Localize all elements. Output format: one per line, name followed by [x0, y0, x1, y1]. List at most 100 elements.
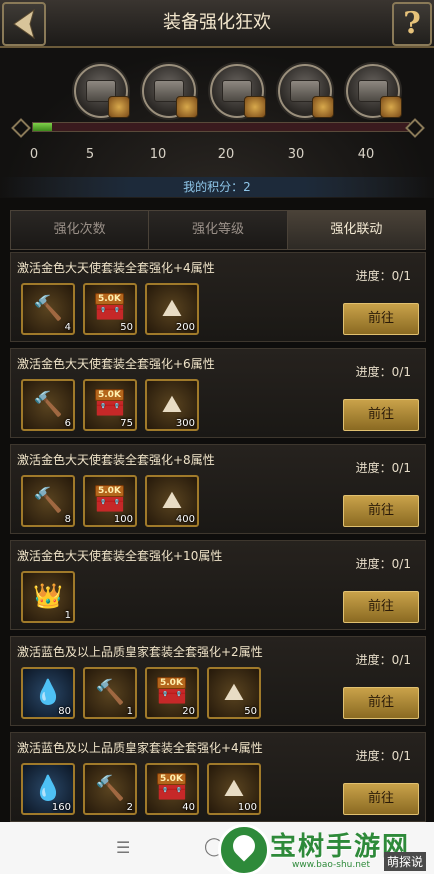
task-progress: 进度：0/1: [355, 749, 411, 763]
mace-icon: 🔨: [95, 773, 125, 802]
reward-slot[interactable]: 🧰 5.0K 75: [83, 379, 137, 431]
milestone-panel: 0 5 10 20 30 40: [0, 48, 434, 198]
score-progress-fill: [33, 123, 52, 131]
reward-slot[interactable]: 🧰 5.0K 50: [83, 283, 137, 335]
item-count: 160: [51, 802, 71, 813]
reward-slot[interactable]: 🧰 5.0K 20: [145, 667, 199, 719]
watermark-corner-label: 萌探说: [384, 852, 427, 871]
mace-icon: 🔨: [33, 389, 63, 418]
reward-slot[interactable]: 💧 160: [21, 763, 75, 815]
reward-items: 💧 160 🔨 2 🧰 5.0K 40 ⛰ 100: [21, 763, 261, 815]
ore-icon: ⛰: [161, 389, 183, 418]
milestone-reward-4[interactable]: [278, 64, 334, 118]
milestone-reward-5[interactable]: [346, 64, 402, 118]
task-progress: 进度：0/1: [355, 653, 411, 667]
crown-icon: 👑: [33, 581, 63, 610]
milestone-tick-label: 20: [217, 147, 235, 162]
tab-bar: 强化次数 强化等级 强化联动: [10, 210, 426, 250]
go-button[interactable]: 前往: [343, 591, 419, 623]
mace-icon: 🔨: [33, 485, 63, 514]
go-button[interactable]: 前往: [343, 303, 419, 335]
item-count: 40: [182, 802, 195, 813]
back-button[interactable]: [2, 2, 46, 46]
item-count: 8: [64, 514, 71, 525]
reward-slot[interactable]: ⛰ 50: [207, 667, 261, 719]
menu-icon[interactable]: ☰: [116, 838, 130, 857]
reward-slot[interactable]: 🔨 6: [21, 379, 75, 431]
reward-item-icon: [108, 96, 130, 118]
task-progress: 进度：0/1: [355, 269, 411, 283]
tab-2[interactable]: 强化等级: [149, 211, 288, 249]
reward-slot[interactable]: 🔨 1: [83, 667, 137, 719]
ore-icon: ⛰: [161, 293, 183, 322]
milestone-reward-1[interactable]: [74, 64, 130, 118]
reward-items: 🔨 8 🧰 5.0K 100 ⛰ 400: [21, 475, 199, 527]
task-card: 激活蓝色及以上品质皇家套装全套强化+2属性 进度：0/1 💧 80 🔨 1 🧰 5.0K 20 ⛰…: [10, 636, 426, 726]
reward-items: 👑 1: [21, 571, 75, 623]
item-count: 4: [64, 322, 71, 333]
watermark-url: www.bao-shu.net: [292, 860, 370, 870]
reward-slot[interactable]: ⛰ 400: [145, 475, 199, 527]
task-title: 激活金色大天使套装全套强化+8属性: [17, 453, 215, 467]
reward-item-icon: [380, 96, 402, 118]
task-title: 激活金色大天使套装全套强化+4属性: [17, 261, 215, 275]
reward-slot[interactable]: 🧰 5.0K 100: [83, 475, 137, 527]
mace-icon: 🔨: [95, 677, 125, 706]
leaf-icon: [228, 830, 260, 862]
score-progress-bar: [32, 122, 410, 132]
blue-gem-icon: 💧: [33, 773, 63, 802]
ore-icon: ⛰: [161, 485, 183, 514]
milestone-reward-3[interactable]: [210, 64, 266, 118]
tab-1[interactable]: 强化次数: [11, 211, 150, 249]
item-value-tag: 5.0K: [95, 293, 124, 305]
milestone-tick-label: 30: [287, 147, 305, 162]
go-button[interactable]: 前往: [343, 495, 419, 527]
my-score: 我的积分：2: [0, 177, 434, 197]
milestone-tick-label: 0: [29, 147, 39, 162]
reward-slot[interactable]: 💧 80: [21, 667, 75, 719]
item-count: 6: [64, 418, 71, 429]
item-value-tag: 5.0K: [95, 389, 124, 401]
item-count: 20: [182, 706, 195, 717]
reward-slot[interactable]: ⛰ 300: [145, 379, 199, 431]
reward-slot[interactable]: 👑 1: [21, 571, 75, 623]
item-value-tag: 5.0K: [157, 773, 186, 785]
task-title: 激活金色大天使套装全套强化+10属性: [17, 549, 223, 563]
milestone-tick-label: 5: [85, 147, 95, 162]
task-list: 激活金色大天使套装全套强化+4属性 进度：0/1 🔨 4 🧰 5.0K 50 ⛰ 200 前往 激活…: [10, 252, 426, 828]
item-count: 100: [113, 514, 133, 525]
task-progress: 进度：0/1: [355, 557, 411, 571]
go-button[interactable]: 前往: [343, 399, 419, 431]
reward-slot[interactable]: ⛰ 200: [145, 283, 199, 335]
ore-icon: ⛰: [223, 677, 245, 706]
page-title: 装备强化狂欢: [163, 12, 271, 33]
reward-slot[interactable]: 🧰 5.0K 40: [145, 763, 199, 815]
reward-slot[interactable]: 🔨 8: [21, 475, 75, 527]
blue-gem-icon: 💧: [33, 677, 63, 706]
milestone-tick-label: 10: [149, 147, 167, 162]
item-count: 400: [175, 514, 195, 525]
reward-slot[interactable]: ⛰ 100: [207, 763, 261, 815]
task-card: 激活金色大天使套装全套强化+4属性进度：0/1 🔨 4 🧰 5.0K 50 ⛰ 200 前往: [10, 252, 426, 342]
go-button[interactable]: 前往: [343, 783, 419, 815]
go-button[interactable]: 前往: [343, 687, 419, 719]
task-card: 激活金色大天使套装全套强化+10属性进度：0/1 👑 1 前往: [10, 540, 426, 630]
item-value-tag: 5.0K: [95, 485, 124, 497]
item-count: 300: [175, 418, 195, 429]
item-count: 100: [237, 802, 257, 813]
task-title: 激活金色大天使套装全套强化+6属性: [17, 357, 215, 371]
reward-slot[interactable]: 🔨 4: [21, 283, 75, 335]
reward-items: 🔨 4 🧰 5.0K 50 ⛰ 200: [21, 283, 199, 335]
header: 装备强化狂欢 ?: [0, 0, 434, 48]
milestone-reward-2[interactable]: [142, 64, 198, 118]
reward-item-icon: [176, 96, 198, 118]
reward-items: 💧 80 🔨 1 🧰 5.0K 20 ⛰ 50: [21, 667, 261, 719]
task-card: 激活蓝色及以上品质皇家套装全套强化+4属性 进度：0/1 💧 160 🔨 2 🧰 5.0K 40…: [10, 732, 426, 822]
reward-item-icon: [244, 96, 266, 118]
watermark-logo: [218, 824, 270, 874]
task-card: 激活金色大天使套装全套强化+6属性 进度：0/1 🔨 6 🧰 5.0K 75 ⛰ 300 前往: [10, 348, 426, 438]
reward-slot[interactable]: 🔨 2: [83, 763, 137, 815]
help-button[interactable]: ?: [392, 2, 432, 46]
tab-3[interactable]: 强化联动: [287, 211, 425, 249]
item-count: 80: [58, 706, 71, 717]
